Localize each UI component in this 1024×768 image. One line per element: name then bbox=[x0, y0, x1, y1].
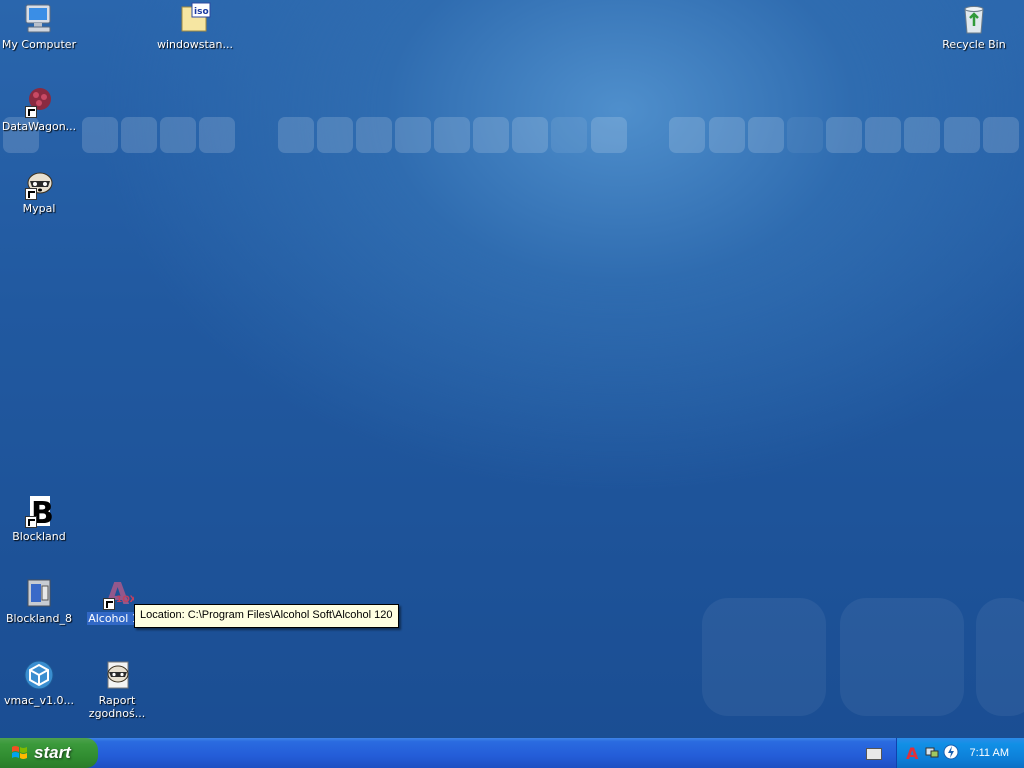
installer-icon bbox=[22, 576, 56, 610]
desktop-icon-label: My Computer bbox=[1, 38, 77, 51]
mypal-icon bbox=[22, 166, 56, 200]
wallpaper-large-tile bbox=[702, 598, 826, 716]
wallpaper-tile bbox=[395, 117, 431, 153]
desktop-icon-label: DataWagon... bbox=[1, 120, 77, 133]
keyboard-icon[interactable] bbox=[866, 748, 882, 760]
wallpaper-tile bbox=[904, 117, 940, 153]
wallpaper-large-tile bbox=[976, 598, 1024, 716]
wallpaper-large-tile bbox=[840, 598, 964, 716]
desktop-icon-label: Blockland bbox=[12, 530, 66, 543]
desktop-icon-label: vmac_v1.0... bbox=[3, 694, 74, 707]
desktop-icon-label: Recycle Bin bbox=[942, 38, 1006, 51]
desktop-icon-vmac[interactable]: vmac_v1.0... bbox=[0, 658, 78, 707]
datawagon-icon bbox=[22, 84, 56, 118]
my-computer-icon bbox=[22, 2, 56, 36]
shortcut-arrow-icon bbox=[25, 516, 37, 528]
shortcut-arrow-icon bbox=[103, 598, 115, 610]
wallpaper-tile bbox=[121, 117, 157, 153]
wallpaper-tile bbox=[591, 117, 627, 153]
desktop-icon-blockland[interactable]: B Blockland bbox=[0, 494, 78, 543]
desktop-icon-my-computer[interactable]: My Computer bbox=[0, 2, 78, 51]
wallpaper-tile bbox=[826, 117, 862, 153]
vmac-icon bbox=[22, 658, 56, 692]
desktop-icon-label: Raport zgodnoś... bbox=[88, 694, 146, 720]
wallpaper-tile bbox=[199, 117, 235, 153]
wallpaper-tile bbox=[748, 117, 784, 153]
desktop-icon-recycle-bin[interactable]: Recycle Bin bbox=[935, 2, 1013, 51]
svg-text:iso: iso bbox=[194, 7, 209, 17]
network-tray-icon[interactable] bbox=[924, 744, 940, 760]
taskbar: start A 7:11 AM bbox=[0, 738, 1024, 768]
clock[interactable]: 7:11 AM bbox=[969, 738, 1009, 768]
windows-flag-icon bbox=[12, 746, 27, 759]
desktop-icon-label: Mypal bbox=[22, 202, 56, 215]
desktop-icon-label: windowstan... bbox=[157, 38, 233, 51]
wallpaper-tile bbox=[944, 117, 980, 153]
wallpaper-tile bbox=[551, 117, 587, 153]
system-tray: A 7:11 AM bbox=[896, 738, 1024, 768]
alcohol-icon: A 1OX bbox=[100, 576, 137, 612]
blockland-icon: B bbox=[22, 494, 56, 531]
desktop-icon-label: Blockland_8 bbox=[6, 612, 72, 625]
wallpaper-tile bbox=[434, 117, 470, 153]
wallpaper-tile bbox=[709, 117, 745, 153]
wallpaper-tile bbox=[356, 117, 392, 153]
desktop-icon-datawagon[interactable]: DataWagon... bbox=[0, 84, 78, 133]
wallpaper-tile bbox=[473, 117, 509, 153]
desktop-icon-mypal[interactable]: Mypal bbox=[0, 166, 78, 215]
iso-file-icon: iso bbox=[178, 2, 212, 36]
wallpaper-tile bbox=[865, 117, 901, 153]
wallpaper-tile bbox=[278, 117, 314, 153]
wallpaper-tile bbox=[669, 117, 705, 153]
start-label: start bbox=[34, 743, 71, 762]
svg-text:1OX: 1OX bbox=[116, 595, 134, 605]
shortcut-arrow-icon bbox=[25, 188, 37, 200]
wallpaper-tile bbox=[82, 117, 118, 153]
desktop-icon-windowstan[interactable]: iso windowstan... bbox=[156, 2, 234, 51]
start-button[interactable]: start bbox=[0, 738, 98, 768]
location-tooltip: Location: C:\Program Files\Alcohol Soft\… bbox=[134, 604, 399, 628]
alcohol-tray-icon[interactable]: A bbox=[905, 744, 923, 762]
wallpaper-tile bbox=[160, 117, 196, 153]
svg-text:A: A bbox=[906, 744, 919, 762]
recycle-bin-icon bbox=[957, 2, 991, 36]
security-tray-icon[interactable] bbox=[943, 744, 959, 760]
wallpaper-tile bbox=[317, 117, 353, 153]
desktop-icon-blockland-8[interactable]: Blockland_8 bbox=[0, 576, 78, 625]
wallpaper-tile bbox=[787, 117, 823, 153]
wallpaper-tile bbox=[512, 117, 548, 153]
wallpaper-tile-band bbox=[0, 117, 1024, 155]
wallpaper-tile bbox=[983, 117, 1019, 153]
shortcut-arrow-icon bbox=[25, 106, 37, 118]
desktop-icon-raport[interactable]: Raport zgodnoś... bbox=[78, 658, 156, 720]
mypal-icon bbox=[100, 658, 134, 692]
